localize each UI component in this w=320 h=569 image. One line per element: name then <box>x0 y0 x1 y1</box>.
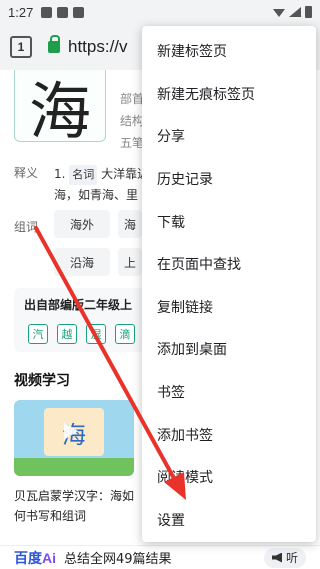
image-icon <box>57 6 69 18</box>
menu-item-add-to-home[interactable]: 添加到桌面 <box>142 328 316 371</box>
speaker-icon <box>271 552 282 563</box>
word-chip[interactable]: 沿海 <box>54 248 110 276</box>
logo-ai: Ai <box>42 549 56 566</box>
menu-item-history[interactable]: 历史记录 <box>142 158 316 201</box>
menu-item-share[interactable]: 分享 <box>142 115 316 158</box>
app-icon <box>73 6 85 18</box>
logo-main: 百度 <box>14 549 42 566</box>
meaning-line2: 海，如青海、里 <box>54 188 139 202</box>
textbook-card-title: 出自部编版二年级上 <box>24 298 133 312</box>
menu-item-downloads[interactable]: 下载 <box>142 200 316 243</box>
video-thumbnail[interactable]: 海 <box>14 400 134 476</box>
video-description[interactable]: 贝瓦启蒙学汉字：海如何书写和组词 <box>14 486 138 526</box>
notification-icon <box>41 6 53 18</box>
lock-icon <box>48 35 60 53</box>
info-structure: 结构 <box>120 114 145 128</box>
menu-item-new-tab[interactable]: 新建标签页 <box>142 30 316 73</box>
listen-button[interactable]: 听 <box>263 547 306 568</box>
listen-label: 听 <box>285 551 298 565</box>
ai-summary-bar[interactable]: 百度Ai 总结全网49篇结果 听 <box>0 545 320 569</box>
menu-item-add-bookmark[interactable]: 添加书签 <box>142 413 316 456</box>
video-section-title: 视频学习 <box>14 373 70 389</box>
menu-item-copy-link[interactable]: 复制链接 <box>142 286 316 329</box>
status-time: 1:27 <box>8 4 34 20</box>
baidu-ai-logo: 百度Ai <box>14 548 56 568</box>
info-wubi: 五笔 <box>120 136 145 150</box>
character-info: 部首 结构 五笔 <box>120 88 144 154</box>
tab-switcher-button[interactable]: 1 <box>10 36 32 58</box>
menu-item-find-in-page[interactable]: 在页面中查找 <box>142 243 316 286</box>
related-char[interactable]: 越 <box>57 324 77 344</box>
menu-item-settings[interactable]: 设置 <box>142 499 316 542</box>
character-glyph: 海 <box>28 74 91 148</box>
battery-icon <box>305 6 312 18</box>
meaning-tag: 名词 <box>69 165 98 185</box>
meaning-number: 1. <box>54 167 66 181</box>
summary-text: 总结全网49篇结果 <box>64 552 172 567</box>
url-text: https://v <box>68 37 128 56</box>
url-field[interactable]: https://v <box>48 35 128 57</box>
menu-item-bookmarks[interactable]: 书签 <box>142 371 316 414</box>
word-group-label: 组词 <box>14 220 39 234</box>
play-icon <box>64 422 78 440</box>
thumbnail-ground <box>14 458 134 476</box>
wifi-icon <box>273 9 285 17</box>
status-bar: 1:27 <box>0 0 320 24</box>
related-char[interactable]: 汽 <box>28 324 48 344</box>
signal-icon <box>289 7 301 17</box>
word-chip[interactable]: 海 <box>118 210 142 238</box>
character-box: 海 <box>14 70 106 148</box>
related-char[interactable]: 滴 <box>115 324 135 344</box>
word-chip[interactable]: 海外 <box>54 210 110 238</box>
menu-item-new-incognito-tab[interactable]: 新建无痕标签页 <box>142 73 316 116</box>
overflow-menu: 新建标签页 新建无痕标签页 分享 历史记录 下载 在页面中查找 复制链接 添加到… <box>142 26 316 542</box>
word-chip[interactable]: 上 <box>118 248 142 276</box>
meaning-label: 释义 <box>14 166 39 180</box>
related-char[interactable]: 湿 <box>86 324 106 344</box>
menu-item-reading-mode[interactable]: 阅读模式 <box>142 456 316 499</box>
info-radical: 部首 <box>120 92 145 106</box>
status-icons <box>273 6 312 18</box>
